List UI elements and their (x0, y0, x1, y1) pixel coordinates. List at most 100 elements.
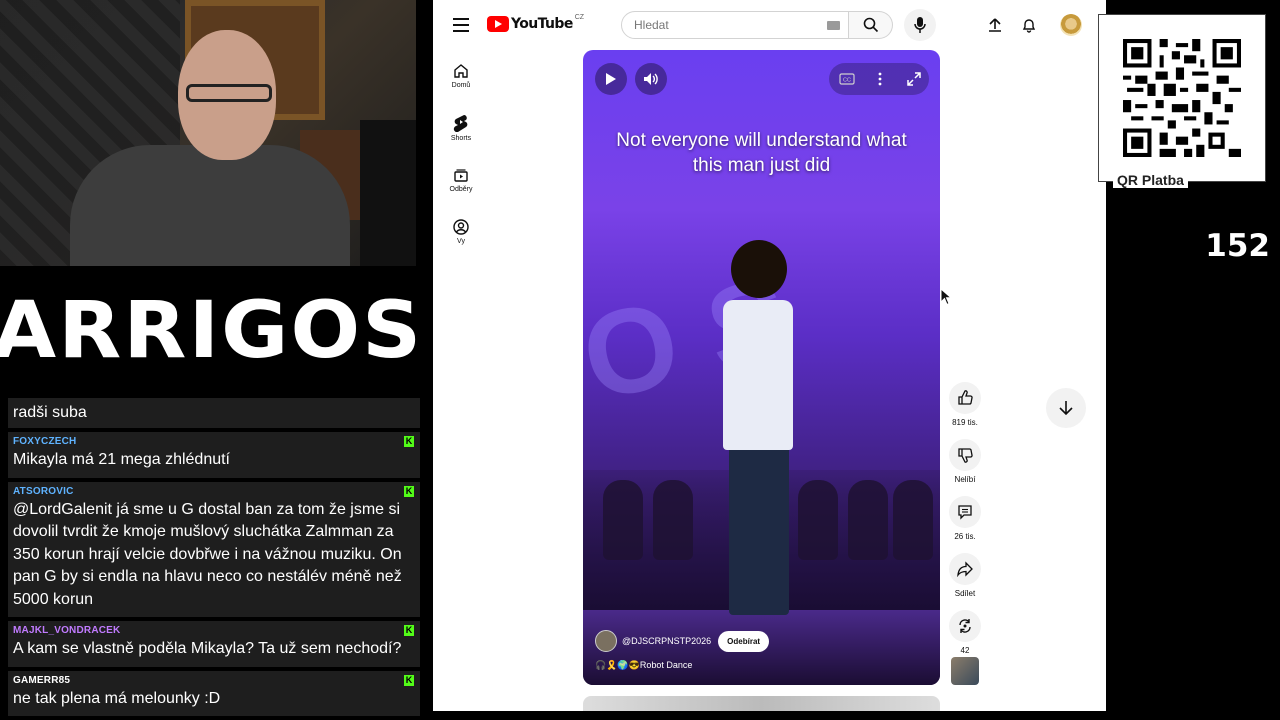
shorts-video-player[interactable]: O S Not everyone will understand what th… (583, 50, 940, 685)
like-button[interactable] (949, 382, 981, 414)
keyboard-icon[interactable] (827, 21, 840, 30)
search-button[interactable] (849, 11, 893, 39)
youtube-logo[interactable]: YouTube CZ (487, 13, 585, 32)
shorts-action-bar: 819 tis. Nelíbí 26 tis. Sdílet 42 (949, 382, 981, 667)
nav-item-you[interactable]: Vy (433, 206, 489, 258)
subscribe-button[interactable]: Odebírat (718, 630, 770, 652)
like-count: 819 tis. (952, 418, 978, 427)
counter-panel: 152 (1106, 200, 1280, 720)
bell-icon (1022, 19, 1036, 33)
subscriptions-icon (454, 169, 468, 182)
chat-username[interactable]: ATSOROVIC (13, 486, 415, 497)
you-icon (453, 219, 469, 235)
youtube-shorts-page: YouTube CZ Hledat Domů Shorts Odběry Vy … (433, 0, 1106, 711)
thumb-up-icon (958, 390, 973, 405)
more-vert-icon (878, 72, 882, 86)
nav-item-home[interactable]: Domů (433, 50, 489, 102)
stream-layout: ARRIGOS radši suba FOXYCZECH Mikayla má … (0, 0, 1280, 720)
captions-button[interactable]: CC (831, 63, 863, 95)
remix-button[interactable] (949, 610, 981, 642)
search-input[interactable]: Hledat (621, 11, 849, 39)
qr-payment-panel: QR Platba (1098, 14, 1266, 188)
dancer-legs (729, 445, 789, 615)
microphone-icon (914, 17, 926, 33)
nav-item-subscriptions[interactable]: Odběry (433, 154, 489, 206)
chat-panel: radši suba FOXYCZECH Mikayla má 21 mega … (8, 398, 420, 720)
next-video-button[interactable] (1046, 388, 1086, 428)
webcam-feed (0, 0, 416, 266)
next-short-preview[interactable] (583, 696, 940, 711)
share-action: Sdílet (949, 553, 981, 598)
captions-icon: CC (839, 73, 855, 85)
notifications-button[interactable] (1017, 13, 1041, 37)
chat-message-text: @LordGalenit já sme u G dostal ban za to… (13, 500, 402, 608)
dancer-head (731, 240, 787, 298)
share-icon (957, 561, 973, 577)
nav-label: Shorts (450, 135, 472, 142)
search-placeholder: Hledat (634, 18, 669, 32)
streamer-body (70, 145, 350, 266)
comment-icon (958, 505, 972, 520)
mini-guide: Domů Shorts Odběry Vy (433, 50, 489, 258)
chat-message: radši suba (8, 398, 420, 428)
play-icon (606, 73, 616, 85)
video-title[interactable]: 🎧🎗️🌍😎Robot Dance (595, 660, 692, 671)
chat-username[interactable]: GAMERR85 (13, 675, 415, 686)
upload-icon (989, 18, 1001, 32)
qr-code-icon (1123, 39, 1241, 157)
thumb-down-icon (958, 448, 973, 463)
chat-message-text: Mikayla má 21 mega zhlédnutí (13, 451, 230, 468)
mouse-cursor-icon (940, 288, 952, 306)
dislike-button[interactable] (949, 439, 981, 471)
nav-label: Odběry (449, 186, 473, 193)
channel-logo: ARRIGOS (0, 266, 421, 396)
youtube-play-icon (487, 16, 509, 32)
play-button[interactable] (595, 63, 627, 95)
volume-button[interactable] (635, 63, 667, 95)
menu-icon[interactable] (453, 18, 469, 32)
chat-message-text: A kam se vlastně poděla Mikayla? Ta už s… (13, 640, 402, 657)
expand-icon (907, 72, 921, 86)
chat-username[interactable]: FOXYCZECH (13, 436, 415, 447)
chat-username[interactable]: MAJKL_VONDRACEK (13, 625, 415, 636)
chat-message: GAMERR85 ne tak plena má melounky :D K (8, 670, 420, 716)
channel-name[interactable]: @DJSCRPNSTP2026 (622, 636, 711, 646)
remix-action: 42 (949, 610, 981, 655)
dislike-label: Nelíbí (954, 475, 976, 484)
glasses (186, 84, 272, 102)
more-options-button[interactable] (864, 63, 896, 95)
chat-message: MAJKL_VONDRACEK A kam se vlastně poděla … (8, 621, 420, 667)
remix-count: 42 (960, 646, 970, 655)
chat-message-text: radši suba (13, 404, 87, 421)
fullscreen-button[interactable] (898, 63, 930, 95)
account-avatar[interactable] (1060, 14, 1082, 36)
share-label: Sdílet (954, 589, 976, 598)
country-code: CZ (574, 13, 585, 21)
like-action: 819 tis. (949, 382, 981, 427)
share-button[interactable] (949, 553, 981, 585)
sound-thumbnail[interactable] (951, 657, 979, 685)
comment-count: 26 tis. (954, 532, 976, 541)
create-button[interactable] (983, 13, 1007, 37)
counter-value: 152 (1205, 228, 1270, 264)
dancer-body (723, 300, 793, 450)
kick-badge-icon: K (404, 436, 414, 447)
qr-label: QR Platba (1113, 172, 1188, 188)
video-caption: Not everyone will understand what this m… (616, 130, 907, 176)
voice-search-button[interactable] (904, 9, 936, 41)
nav-item-shorts[interactable]: Shorts (433, 102, 489, 154)
home-icon (454, 64, 468, 78)
kick-badge-icon: K (404, 625, 414, 636)
search-icon (863, 17, 878, 33)
kick-badge-icon: K (404, 485, 414, 497)
chat-message-text: ne tak plena má melounky :D (13, 689, 221, 707)
volume-icon (644, 73, 658, 85)
comments-button[interactable] (949, 496, 981, 528)
comments-action: 26 tis. (949, 496, 981, 541)
microphone (360, 120, 416, 266)
svg-text:CC: CC (843, 78, 851, 84)
yt-masthead: YouTube CZ Hledat (433, 0, 1106, 50)
channel-avatar[interactable] (595, 630, 617, 652)
arrow-down-icon (1059, 401, 1073, 416)
nav-label: Domů (451, 82, 471, 89)
